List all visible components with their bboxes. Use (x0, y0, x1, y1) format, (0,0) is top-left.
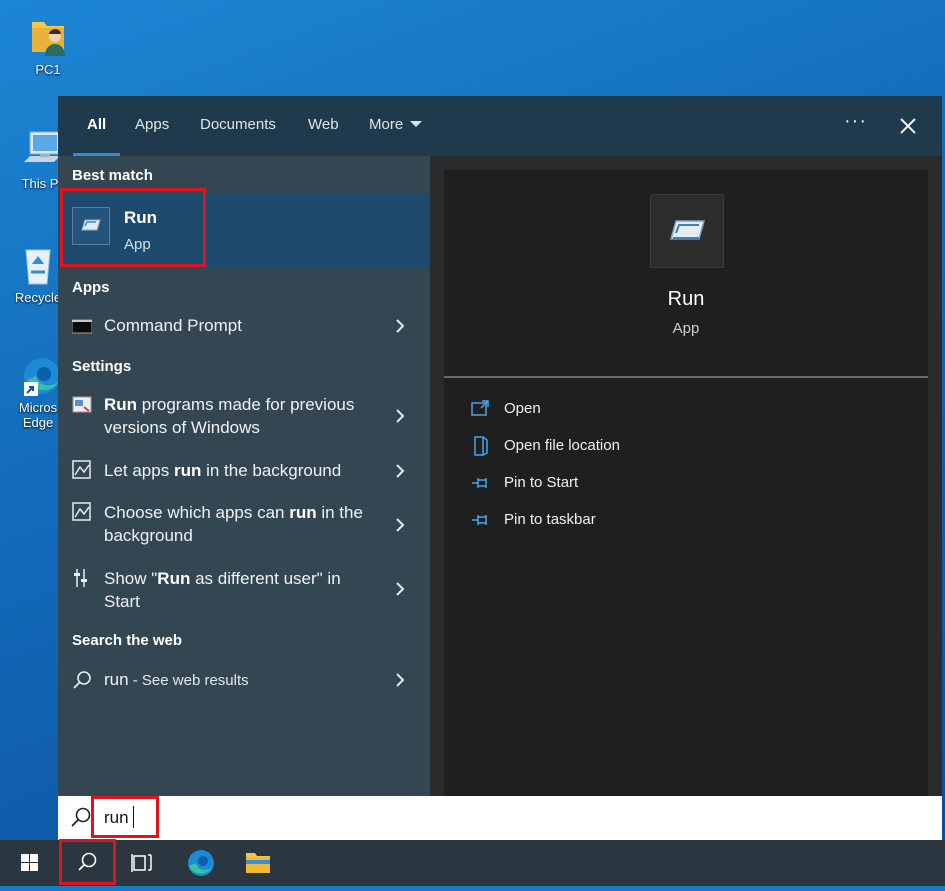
task-view-icon (131, 854, 152, 872)
user-folder-icon (28, 14, 68, 58)
compatibility-icon (72, 395, 92, 415)
tab-all[interactable]: All (72, 96, 121, 156)
tab-web[interactable]: Web (308, 96, 339, 156)
list-item-label: Choose which apps can run in the backgro… (104, 503, 363, 545)
windows-logo-icon (21, 854, 38, 871)
search-icon (72, 670, 92, 690)
search-icon (70, 806, 92, 830)
search-input[interactable]: run (58, 796, 942, 840)
tab-more[interactable]: More (369, 96, 423, 156)
chevron-right-icon[interactable] (394, 518, 406, 532)
section-title-search-web: Search the web (72, 632, 183, 649)
tab-documents[interactable]: Documents (200, 96, 276, 156)
command-prompt-icon (71, 316, 93, 336)
start-settings-icon (72, 568, 92, 588)
list-item-setting-choose-background-apps[interactable]: Choose which apps can run in the backgro… (58, 498, 430, 554)
list-item-label: run - See web results (104, 670, 249, 689)
action-label: Open (504, 400, 541, 417)
background-apps-icon (72, 460, 92, 480)
file-location-icon (470, 436, 492, 456)
close-button[interactable] (894, 106, 922, 146)
desktop-icon-pc1[interactable]: PC1 (18, 14, 78, 77)
action-label: Pin to Start (504, 474, 579, 491)
detail-app-type: App (672, 320, 700, 337)
edge-taskbar-button[interactable] (174, 840, 228, 886)
chevron-right-icon[interactable] (394, 409, 406, 423)
action-open-file-location[interactable]: Open file location (470, 435, 770, 459)
list-item-label: Command Prompt (104, 316, 242, 335)
more-options-button[interactable]: ··· (844, 110, 867, 133)
background-apps-icon (72, 502, 92, 522)
pin-icon (470, 473, 492, 493)
divider (444, 376, 928, 378)
action-open[interactable]: Open (470, 398, 770, 422)
list-item-setting-run-as-different-user[interactable]: Show "Run as different user" in Start (58, 564, 430, 620)
highlight-best-match (60, 188, 206, 267)
chevron-right-icon[interactable] (394, 464, 406, 478)
computer-icon (20, 128, 61, 172)
chevron-right-icon[interactable] (394, 582, 406, 596)
action-pin-to-start[interactable]: Pin to Start (470, 472, 770, 496)
action-label: Pin to taskbar (504, 511, 596, 528)
open-icon (470, 399, 492, 419)
chevron-right-icon[interactable] (394, 673, 406, 687)
chevron-down-icon (410, 121, 423, 128)
list-item-label: Show "Run as different user" in Start (104, 569, 341, 611)
run-app-icon (650, 194, 724, 268)
highlight-search-text (91, 796, 159, 838)
list-item-label: Run programs made for previous versions … (104, 395, 355, 437)
file-explorer-button[interactable] (231, 840, 285, 886)
recycle-bin-icon (18, 242, 58, 286)
detail-app-name: Run (667, 288, 705, 310)
close-icon (900, 118, 916, 134)
desktop-icon-label: PC1 (35, 62, 61, 77)
action-label: Open file location (504, 437, 620, 454)
task-view-button[interactable] (115, 840, 169, 886)
chevron-right-icon[interactable] (394, 319, 406, 333)
start-button[interactable] (2, 840, 56, 886)
detail-pane: Run App Open Open file location Pin to S… (444, 170, 928, 796)
section-title-apps: Apps (72, 279, 110, 296)
list-item-label: Let apps run in the background (104, 461, 342, 480)
list-item-setting-compatibility[interactable]: Run programs made for previous versions … (58, 388, 430, 444)
list-item-web-search[interactable]: run - See web results (58, 662, 430, 698)
section-title-best-match: Best match (72, 167, 153, 184)
pin-icon (470, 510, 492, 530)
list-item-command-prompt[interactable]: Command Prompt (58, 308, 430, 344)
edge-icon (188, 850, 214, 876)
taskbar (0, 840, 945, 886)
search-tabs-bar: All Apps Documents Web More ··· (58, 96, 942, 156)
tab-apps[interactable]: Apps (135, 96, 169, 156)
list-item-setting-background-apps[interactable]: Let apps run in the background (58, 456, 430, 486)
folder-icon (246, 853, 270, 873)
section-title-settings: Settings (72, 358, 132, 375)
highlight-search-button (59, 839, 116, 885)
edge-shortcut-icon (18, 352, 60, 396)
action-pin-to-taskbar[interactable]: Pin to taskbar (470, 509, 770, 533)
